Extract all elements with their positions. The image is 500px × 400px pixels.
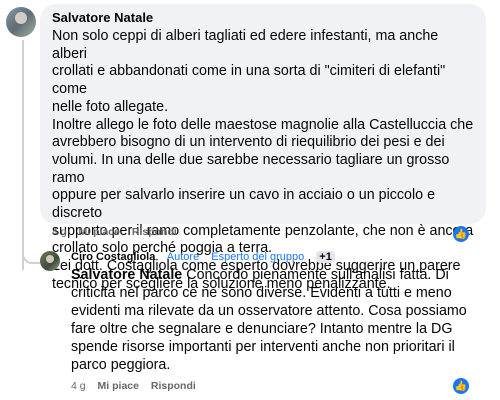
avatar-reply[interactable]	[40, 251, 60, 271]
reply-time[interactable]: 4 g	[71, 380, 86, 392]
thread-line	[22, 40, 24, 270]
reply-button[interactable]: Rispondi	[132, 226, 177, 238]
thumbs-up-icon[interactable]: 👍	[453, 378, 469, 394]
reply-text: Salvatore Natale Concordo pienamente sul…	[71, 266, 491, 374]
reply-header: Ciro Costagliola Autore Esperto del grup…	[71, 251, 335, 264]
reply-actions: 4 g Mi piace Rispondi	[71, 380, 205, 392]
comment-actions: 4 g Mi piace Rispondi	[52, 226, 186, 238]
expert-badge[interactable]: Esperto del gruppo	[211, 251, 304, 263]
author-badge[interactable]: Autore	[167, 251, 199, 263]
mention-link[interactable]: Salvatore Natale	[71, 267, 182, 283]
more-badges[interactable]: +1	[316, 251, 335, 263]
comment-author[interactable]: Salvatore Natale	[52, 10, 476, 25]
reply-author[interactable]: Ciro Costagliola	[71, 251, 155, 263]
like-button[interactable]: Mi piace	[79, 226, 120, 238]
reply-like-button[interactable]: Mi piace	[98, 380, 139, 392]
reply-reply-button[interactable]: Rispondi	[151, 380, 196, 392]
comment-time[interactable]: 4 g	[52, 226, 67, 238]
thumbs-up-icon[interactable]: 👍	[453, 226, 469, 242]
avatar[interactable]	[6, 7, 36, 37]
thread-connector	[22, 240, 40, 264]
comment-bubble: Salvatore Natale Non solo ceppi di alber…	[40, 4, 486, 292]
